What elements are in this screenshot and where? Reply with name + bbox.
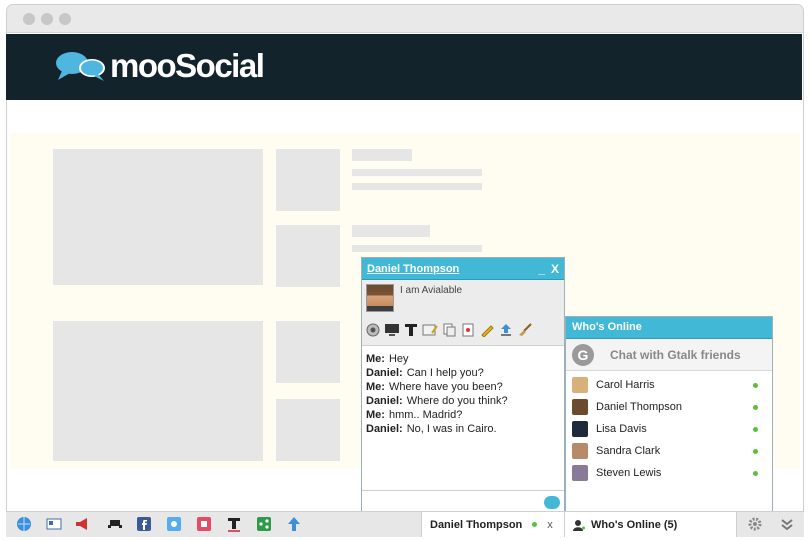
whos-online-header[interactable]: Who's Online — [566, 317, 772, 339]
avatar — [572, 421, 588, 437]
placeholder-line — [352, 149, 412, 161]
upload-icon[interactable] — [498, 322, 514, 338]
minimize-icon[interactable]: _ — [538, 262, 545, 276]
friend-item[interactable]: Carol Harris — [566, 374, 772, 396]
whos-online-panel: Who's Online G Chat with Gtalk friends C… — [565, 316, 773, 513]
chat-input[interactable] — [362, 490, 564, 512]
chat-profile: I am Avialable — [362, 280, 564, 314]
friend-name: Carol Harris — [596, 379, 655, 391]
friend-item[interactable]: Daniel Thompson — [566, 396, 772, 418]
placeholder-line — [352, 245, 482, 252]
friend-item[interactable]: Lisa Davis — [566, 418, 772, 440]
chat-message: Me: Hey — [366, 353, 409, 365]
chat-message: Daniel: No, I was in Cairo. — [366, 423, 497, 435]
online-status-dot — [532, 522, 538, 527]
chat-toolbar — [362, 314, 564, 346]
chat-message: Daniel: Can I help you? — [366, 367, 484, 379]
online-status-dot — [753, 449, 758, 454]
avatar — [572, 399, 588, 415]
close-window-dot[interactable] — [23, 13, 35, 25]
screen-share-icon[interactable] — [384, 322, 400, 338]
whiteboard-icon[interactable] — [422, 322, 438, 338]
friend-name: Sandra Clark — [596, 445, 661, 457]
friend-name: Lisa Davis — [596, 423, 647, 435]
text-format-icon[interactable] — [403, 322, 419, 338]
friend-name: Steven Lewis — [596, 467, 662, 479]
close-icon[interactable]: X — [551, 262, 559, 276]
online-status-dot — [753, 405, 758, 410]
share-icon[interactable] — [256, 516, 272, 532]
gear-icon[interactable] — [747, 516, 763, 532]
browser-title-bar — [7, 5, 803, 33]
file-transfer-icon[interactable] — [441, 322, 457, 338]
facebook-icon[interactable] — [136, 516, 152, 532]
online-status-dot — [753, 427, 758, 432]
broom-icon[interactable] — [517, 322, 533, 338]
placeholder-image — [53, 149, 263, 285]
webcam-icon[interactable] — [365, 322, 381, 338]
chevron-down-icon[interactable] — [779, 516, 795, 532]
arrow-up-icon[interactable] — [286, 516, 302, 532]
placeholder-line — [352, 169, 482, 176]
card-icon[interactable] — [460, 322, 476, 338]
game-icon[interactable] — [107, 516, 123, 532]
friend-name: Daniel Thompson — [596, 401, 683, 413]
avatar — [572, 465, 588, 481]
chat-window: Daniel Thompson _ X I am Avialable Me: He… — [361, 257, 565, 513]
placeholder-thumb — [276, 399, 340, 461]
chat-tab-name: Daniel Thompson — [430, 518, 523, 531]
placeholder-line — [352, 183, 482, 190]
speech-bubbles-icon — [56, 52, 105, 81]
avatar — [366, 284, 394, 312]
bottom-bar: Daniel Thompson x Who's Online (5) — [6, 511, 804, 537]
placeholder-thumb — [276, 225, 340, 287]
text-format-icon[interactable] — [226, 516, 242, 532]
speech-bubble-icon[interactable] — [544, 496, 560, 509]
gtalk-button[interactable]: G Chat with Gtalk friends — [566, 339, 772, 371]
chat-contact-name[interactable]: Daniel Thompson — [367, 263, 532, 275]
pencil-icon[interactable] — [479, 322, 495, 338]
close-icon[interactable]: x — [547, 519, 553, 531]
whos-online-tab[interactable]: Who's Online (5) — [565, 512, 737, 537]
site-header: mooSocial — [6, 34, 802, 100]
placeholder-line — [352, 225, 430, 237]
chat-message: Me: hmm.. Madrid? — [366, 409, 463, 421]
globe-icon[interactable] — [16, 516, 32, 532]
minimize-window-dot[interactable] — [41, 13, 53, 25]
whos-online-count: Who's Online (5) — [591, 518, 678, 531]
chat-header: Daniel Thompson _ X — [362, 258, 564, 280]
logo-text: mooSocial — [110, 47, 265, 84]
gtalk-label: Chat with Gtalk friends — [610, 347, 741, 362]
avatar — [572, 377, 588, 393]
twitter-icon[interactable] — [166, 516, 182, 532]
site-logo[interactable]: mooSocial — [54, 46, 265, 86]
badge-icon[interactable] — [196, 516, 212, 532]
placeholder-image — [53, 321, 263, 461]
online-status-dot — [753, 471, 758, 476]
chat-messages: Me: Hey Daniel: Can I help you? Me: Where h… — [362, 346, 564, 484]
chat-tab-daniel[interactable]: Daniel Thompson x — [421, 512, 565, 537]
friend-item[interactable]: Sandra Clark — [566, 440, 772, 462]
google-icon: G — [572, 343, 594, 366]
megaphone-icon[interactable] — [74, 516, 90, 532]
avatar — [572, 443, 588, 459]
maximize-window-dot[interactable] — [59, 13, 71, 25]
online-status-dot — [753, 383, 758, 388]
contact-status: I am Avialable — [400, 285, 463, 296]
placeholder-thumb — [276, 321, 340, 383]
placeholder-thumb — [276, 149, 340, 211]
user-icon — [573, 519, 585, 531]
chat-message: Daniel: Where do you think? — [366, 395, 508, 407]
friend-item[interactable]: Steven Lewis — [566, 462, 772, 484]
chat-message: Me: Where have you been? — [366, 381, 503, 393]
id-card-icon[interactable] — [46, 516, 62, 532]
